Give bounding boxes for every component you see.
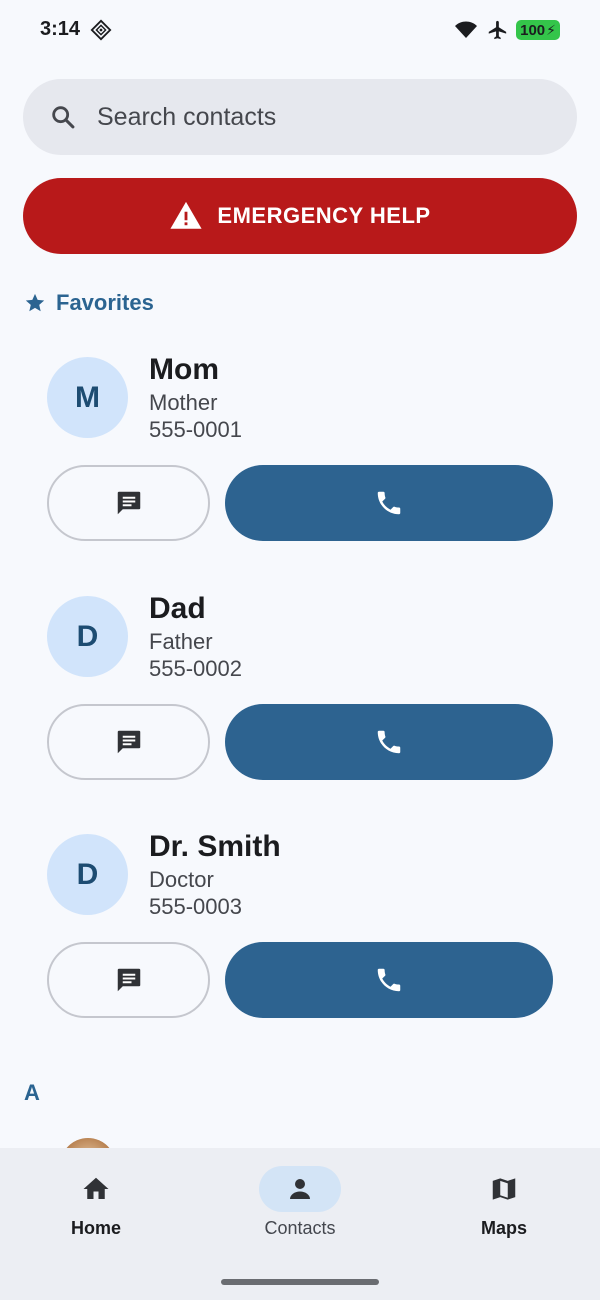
favorite-contact-card: D Dr. Smith Doctor 555-0003	[47, 830, 553, 1020]
message-button[interactable]	[47, 465, 210, 541]
home-indicator[interactable]	[221, 1279, 379, 1285]
nav-item-contacts[interactable]: Contacts	[220, 1166, 380, 1246]
battery-charging-icon: ⚡	[546, 21, 556, 38]
nav-label: Home	[70, 1218, 121, 1238]
message-icon	[117, 730, 140, 754]
favorites-heading-label: Favorites	[56, 290, 154, 315]
status-time: 3:14	[40, 18, 81, 40]
message-icon	[117, 491, 140, 515]
message-icon	[117, 968, 140, 992]
search-bar[interactable]: Search contacts	[23, 79, 577, 155]
battery-indicator: 100 ⚡	[516, 20, 560, 40]
contact-name[interactable]: Dad	[149, 592, 206, 626]
call-button[interactable]	[225, 704, 553, 780]
nav-label: Maps	[480, 1218, 527, 1238]
contact-phone: 555-0001	[149, 417, 242, 442]
bottom-navigation: Home Contacts Maps	[0, 1148, 600, 1300]
favorite-contact-card: D Dad Father 555-0002	[47, 592, 553, 782]
message-button[interactable]	[47, 704, 210, 780]
emergency-help-button[interactable]: EMERGENCY HELP	[23, 178, 577, 254]
person-icon	[290, 1179, 310, 1199]
nav-pill	[55, 1166, 137, 1212]
message-button[interactable]	[47, 942, 210, 1018]
favorites-heading: Favorites	[24, 290, 154, 316]
call-button[interactable]	[225, 942, 553, 1018]
airplane-icon	[488, 20, 507, 40]
nav-label: Contacts	[264, 1218, 336, 1238]
data-saver-icon	[90, 19, 112, 41]
status-icons: 100 ⚡	[454, 18, 560, 42]
contact-name[interactable]: Mom	[149, 353, 219, 387]
phone-icon	[377, 730, 401, 754]
contact-relation: Doctor	[149, 867, 214, 892]
home-icon	[83, 1177, 109, 1199]
call-button[interactable]	[225, 465, 553, 541]
favorite-contact-card: M Mom Mother 555-0001	[47, 353, 553, 543]
nav-item-home[interactable]: Home	[16, 1166, 176, 1246]
avatar: D	[47, 834, 128, 915]
search-input[interactable]: Search contacts	[97, 103, 276, 132]
avatar: D	[47, 596, 128, 677]
nav-item-maps[interactable]: Maps	[424, 1166, 584, 1246]
nav-pill	[463, 1166, 545, 1212]
contact-relation: Mother	[149, 390, 218, 415]
phone-icon	[377, 491, 401, 515]
contact-phone: 555-0003	[149, 894, 242, 919]
contact-relation: Father	[149, 629, 213, 654]
nav-pill-active	[259, 1166, 341, 1212]
phone-icon	[377, 968, 401, 992]
wifi-icon	[455, 21, 478, 38]
star-icon	[25, 293, 45, 312]
status-bar: 3:14 100 ⚡	[0, 0, 600, 60]
battery-level: 100	[520, 21, 546, 39]
section-letter-heading: A	[24, 1080, 40, 1105]
contact-name[interactable]: Dr. Smith	[149, 830, 281, 864]
warning-icon	[170, 201, 202, 229]
search-icon	[52, 106, 75, 129]
map-icon	[492, 1178, 516, 1200]
contact-phone: 555-0002	[149, 656, 242, 681]
emergency-help-label: EMERGENCY HELP	[217, 203, 431, 228]
avatar: M	[47, 357, 128, 438]
